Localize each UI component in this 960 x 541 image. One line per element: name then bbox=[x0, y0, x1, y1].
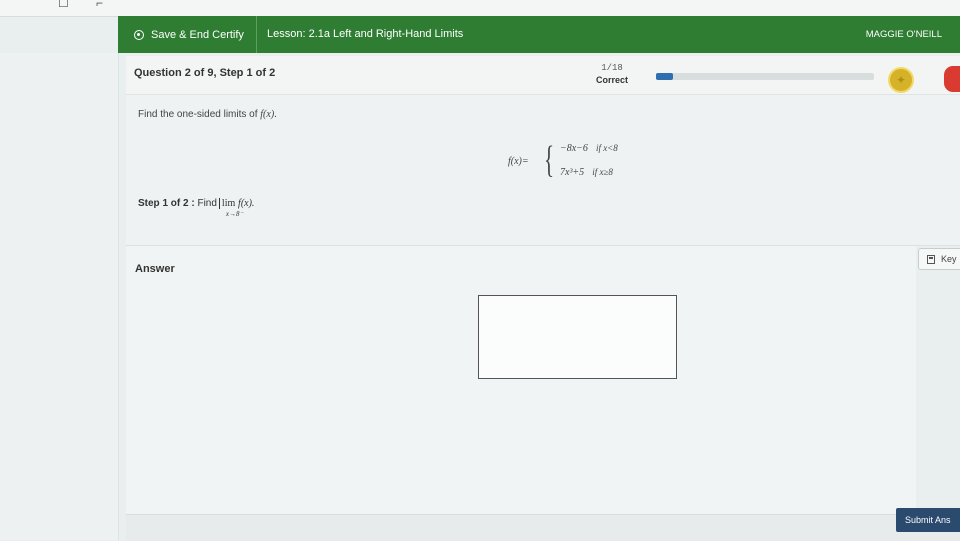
browser-top-strip: ☐ ⌐ bbox=[0, 0, 960, 17]
prompt-function: f(x) bbox=[260, 109, 275, 120]
strip-bracket-icon: ⌐ bbox=[96, 0, 104, 10]
problem-prompt: Find the one-sided limits of f(x). bbox=[138, 109, 277, 120]
keypad-icon bbox=[927, 254, 935, 264]
answer-input[interactable] bbox=[478, 295, 677, 379]
left-margin bbox=[0, 53, 119, 540]
case1-expression: −8x−6 bbox=[560, 143, 588, 154]
answer-label: Answer bbox=[135, 263, 175, 275]
problem-area: Find the one-sided limits of f(x). f(x)=… bbox=[126, 95, 960, 246]
piecewise-lhs: f(x)= bbox=[508, 156, 529, 167]
step-instruction: Step 1 of 2 : Find lim x→8⁻ f(x). bbox=[138, 198, 255, 218]
step-number: Step 1 of 2 : bbox=[138, 198, 195, 210]
medal-icon: ✦ bbox=[888, 67, 914, 93]
save-end-certify-button[interactable]: Save & End Certify bbox=[118, 16, 257, 53]
submit-answer-button[interactable]: Submit Ans bbox=[896, 508, 960, 532]
case2-condition: if x≥8 bbox=[592, 167, 613, 177]
brace-icon: { bbox=[544, 139, 555, 181]
save-end-certify-label: Save & End Certify bbox=[151, 28, 244, 41]
submit-label: Submit Ans bbox=[905, 515, 951, 525]
keypad-button[interactable]: Key bbox=[918, 248, 960, 270]
case2-expression: 7x³+5 bbox=[560, 167, 585, 178]
strip-checkbox-icon: ☐ bbox=[58, 0, 69, 10]
score-status: Correct bbox=[595, 75, 628, 85]
piecewise-case-1: −8x−6 if x<8 bbox=[560, 143, 618, 154]
score-fraction: 1/18 bbox=[601, 63, 623, 73]
case1-condition: if x<8 bbox=[595, 143, 618, 153]
step-find: Find bbox=[197, 198, 217, 210]
progress-fill bbox=[656, 73, 674, 80]
piecewise-case-2: 7x³+5 if x≥8 bbox=[560, 167, 613, 178]
heart-icon bbox=[944, 66, 960, 92]
lim-subscript: x→8⁻ bbox=[225, 210, 244, 219]
lim-text: lim bbox=[221, 198, 236, 210]
score-display: 1/18 Correct bbox=[588, 62, 636, 86]
bottom-bar bbox=[126, 514, 960, 541]
question-bar: Question 2 of 9, Step 1 of 2 1/18 Correc… bbox=[126, 56, 960, 95]
top-header: Save & End Certify Lesson: 2.1a Left and… bbox=[118, 16, 960, 53]
limit-expression: lim x→8⁻ bbox=[221, 198, 243, 218]
save-icon bbox=[134, 29, 144, 40]
answer-section: Answer bbox=[126, 246, 916, 514]
text-cursor-icon bbox=[218, 198, 220, 209]
piecewise-function: f(x)= { −8x−6 if x<8 7x³+5 if x≥8 bbox=[508, 139, 648, 185]
user-name[interactable]: MAGGIE O'NEILL bbox=[866, 16, 942, 53]
question-title: Question 2 of 9, Step 1 of 2 bbox=[134, 67, 276, 79]
lesson-title: Lesson: 2.1a Left and Right-Hand Limits bbox=[267, 28, 464, 40]
keypad-label: Key bbox=[941, 254, 957, 264]
step-function: f(x). bbox=[238, 198, 255, 210]
progress-bar bbox=[656, 73, 874, 80]
prompt-end: . bbox=[274, 109, 277, 120]
prompt-text: Find the one-sided limits of bbox=[138, 109, 261, 120]
